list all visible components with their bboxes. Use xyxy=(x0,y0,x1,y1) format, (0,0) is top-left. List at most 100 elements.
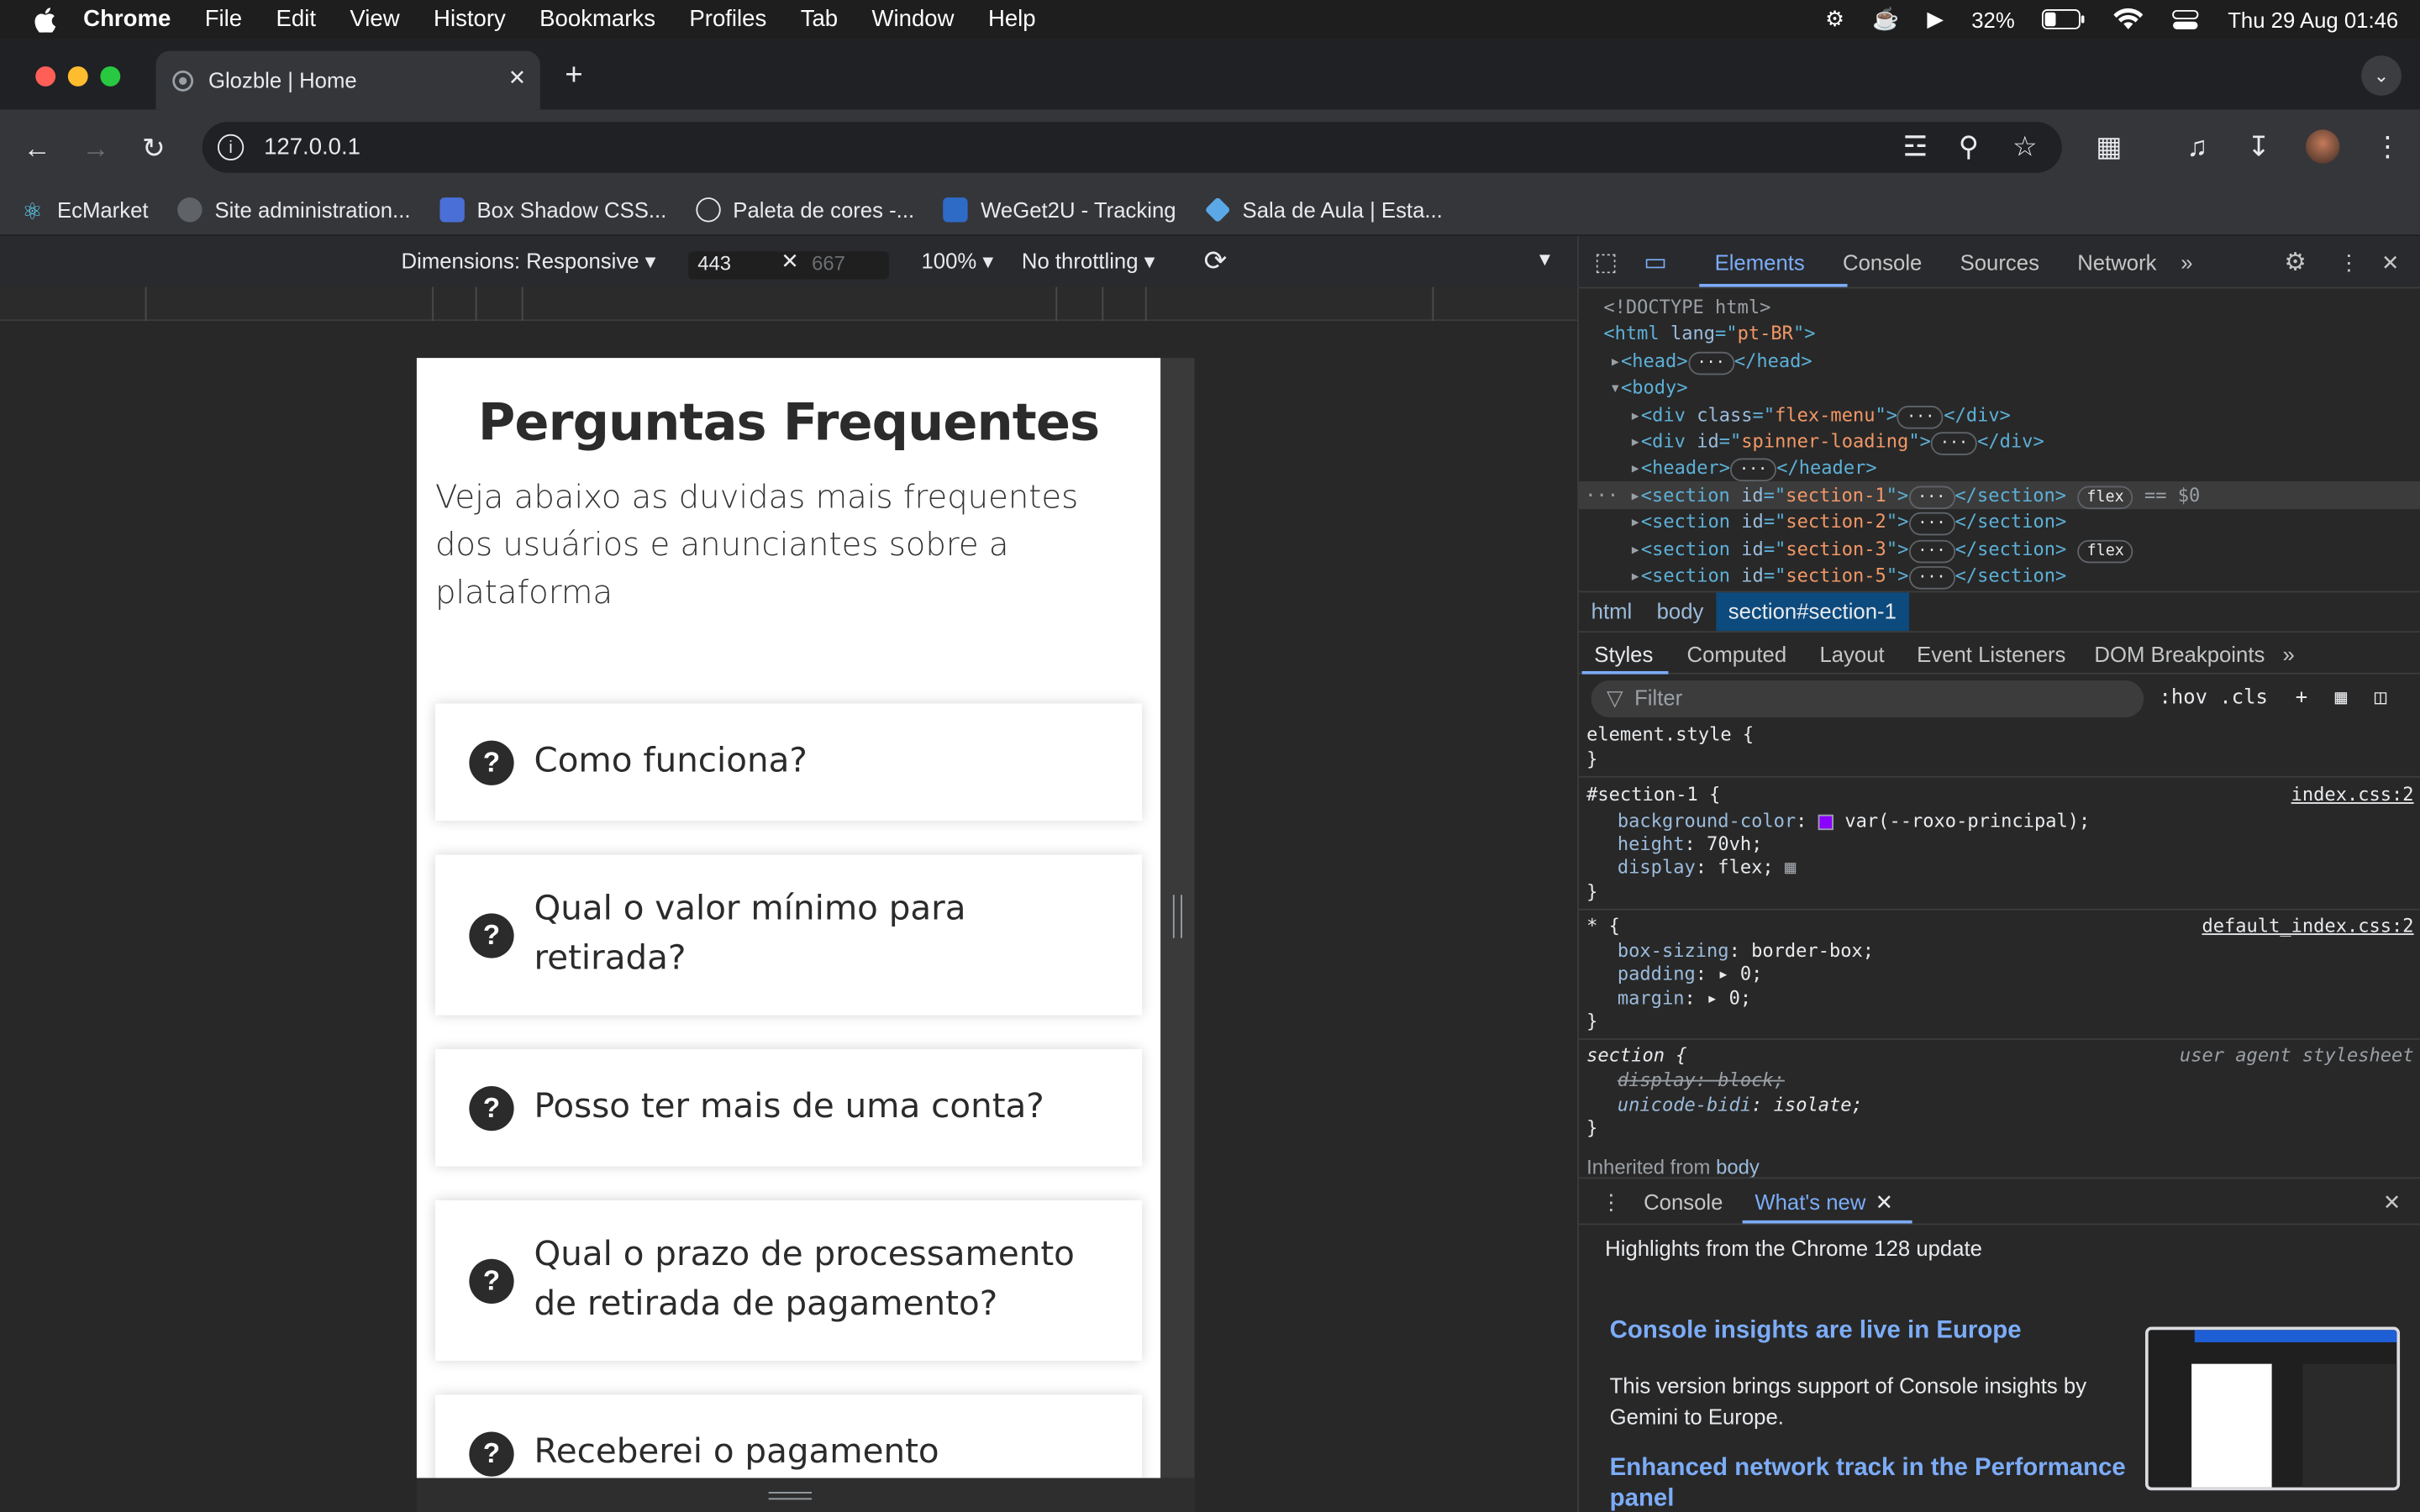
back-arrow-icon[interactable]: ← xyxy=(24,133,51,165)
menu-tab[interactable]: Tab xyxy=(801,6,838,32)
address-bar[interactable]: i 127.0.0.1 xyxy=(202,122,2062,173)
dimensions-dropdown[interactable]: Dimensions: Responsive ▾ xyxy=(402,249,656,275)
close-drawer-icon[interactable]: ✕ xyxy=(2383,1189,2402,1215)
flex-editor-icon[interactable]: ▦ xyxy=(1785,856,1796,878)
control-center-icon[interactable] xyxy=(2172,8,2200,30)
flex-badge[interactable]: flex xyxy=(2077,486,2133,510)
rule-star-selector[interactable]: * { xyxy=(1586,915,1620,938)
sidebar-toggle-icon[interactable]: ◫ xyxy=(2375,686,2386,710)
paint-icon[interactable]: ▦ xyxy=(2335,686,2347,710)
menu-help[interactable]: Help xyxy=(988,6,1036,32)
screenshot-thumbnail[interactable] xyxy=(2145,1326,2401,1491)
site-info-icon[interactable]: i xyxy=(217,134,245,161)
faq-item[interactable]: ? Receberei o pagamento xyxy=(434,1394,1143,1478)
decl-box-sizing[interactable]: box-sizing: border-box; xyxy=(1618,940,1874,963)
device-toggle-icon[interactable]: ▭ xyxy=(1644,247,1667,278)
tab-sources[interactable]: Sources xyxy=(1960,250,2039,275)
decl-background-color[interactable]: background-color: var(--roxo-principal); xyxy=(1618,810,2090,833)
drawer-menu-icon[interactable]: ⋮ xyxy=(1601,1189,1623,1215)
dom-doctype[interactable]: <!DOCTYPE html> xyxy=(1603,295,1770,322)
crumb-section[interactable]: section#section-1 xyxy=(1716,591,1909,631)
whats-new-heading[interactable]: Enhanced network track in the Performanc… xyxy=(1610,1453,2150,1512)
decl-height[interactable]: height: 70vh; xyxy=(1618,833,1763,857)
tab-computed[interactable]: Computed xyxy=(1687,642,1787,666)
styles-filter-input[interactable]: ▽ Filter xyxy=(1591,680,2144,718)
flex-badge[interactable]: flex xyxy=(2077,539,2133,564)
dom-section-3[interactable]: ▸<section id="section-3"> ··· </section> f… xyxy=(1630,537,2133,564)
menu-app-name[interactable]: Chrome xyxy=(83,6,171,32)
decl-padding[interactable]: padding: ▸ 0; xyxy=(1618,963,1763,986)
extensions-icon[interactable]: ▦ xyxy=(2096,131,2122,164)
bookmark-star-icon[interactable]: ☆ xyxy=(2012,131,2038,164)
apple-icon[interactable] xyxy=(34,7,56,32)
download-icon[interactable]: ↧ xyxy=(2247,131,2270,164)
decl-margin[interactable]: margin: ▸ 0; xyxy=(1618,987,1751,1011)
hov-cls-toggles[interactable]: :hov .cls xyxy=(2160,686,2268,710)
rule-section-selector[interactable]: section { xyxy=(1586,1044,1686,1068)
bookmark-item[interactable]: WeGet2U - Tracking xyxy=(944,197,1176,223)
rule-section-1-selector[interactable]: #section-1 { xyxy=(1586,784,1720,807)
play-icon[interactable]: ▶ xyxy=(1927,6,1944,32)
maximize-window-button[interactable] xyxy=(100,66,121,87)
rotate-icon[interactable]: ⟳ xyxy=(1204,245,1228,278)
source-link[interactable]: index.css:2 xyxy=(2291,784,2414,807)
add-rule-icon[interactable]: + xyxy=(2296,686,2307,710)
tab-dom-breakpoints[interactable]: DOM Breakpoints xyxy=(2094,642,2265,666)
new-tab-button[interactable]: + xyxy=(565,59,582,94)
zoom-dropdown[interactable]: 100% ▾ xyxy=(922,249,994,275)
close-tab-icon[interactable]: ✕ xyxy=(508,65,527,91)
profile-avatar[interactable] xyxy=(2306,129,2340,164)
menu-view[interactable]: View xyxy=(350,6,399,32)
dom-spinner[interactable]: ▸<div id="spinner-loading"> ··· </div> xyxy=(1630,429,2044,456)
dom-section-2[interactable]: ▸<section id="section-2"> ··· </section> xyxy=(1630,509,2066,536)
settings-gear-icon[interactable]: ⚙ xyxy=(2284,247,2306,278)
tab-search-chevron-icon[interactable]: ⌄ xyxy=(2361,55,2402,96)
close-devtools-icon[interactable]: ✕ xyxy=(2381,250,2400,276)
close-whats-new-icon[interactable]: ✕ xyxy=(1876,1189,1894,1215)
menu-history[interactable]: History xyxy=(434,6,506,32)
chrome-menu-icon[interactable]: ⋮ xyxy=(2374,131,2402,164)
inspect-element-icon[interactable]: ⬚ xyxy=(1594,247,1618,278)
device-options-icon[interactable]: ▼ xyxy=(1536,249,1555,270)
tab-event-listeners[interactable]: Event Listeners xyxy=(1917,642,2065,666)
source-link[interactable]: default_index.css:2 xyxy=(2202,915,2413,938)
clock[interactable]: Thu 29 Aug 01:46 xyxy=(2228,7,2398,31)
resize-handle-bottom[interactable] xyxy=(416,1478,1195,1512)
resize-handle-right[interactable] xyxy=(1160,358,1195,1478)
url-text[interactable]: 127.0.0.1 xyxy=(264,134,360,160)
faq-item[interactable]: ? Qual o prazo de processamento de retir… xyxy=(434,1200,1143,1361)
whats-new-heading[interactable]: Console insights are live in Europe xyxy=(1610,1318,2022,1346)
zoom-icon[interactable]: ⚲ xyxy=(1959,131,1979,164)
dom-body[interactable]: ▾<body> xyxy=(1610,375,1688,402)
media-queue-icon[interactable]: ♫ xyxy=(2187,131,2208,164)
media-query-ruler[interactable] xyxy=(0,286,1578,322)
drawer-tab-whats-new[interactable]: What's new xyxy=(1754,1189,1865,1214)
faq-item[interactable]: ? Qual o valor mínimo para retirada? xyxy=(434,854,1143,1016)
dom-header[interactable]: ▸<header> ··· </header> xyxy=(1630,455,1877,482)
tab-styles[interactable]: Styles xyxy=(1594,642,1653,666)
menu-profiles[interactable]: Profiles xyxy=(689,6,766,32)
menu-file[interactable]: File xyxy=(205,6,242,32)
dom-section-5[interactable]: ▸<section id="section-5"> ··· </section> xyxy=(1630,563,2066,590)
throttling-dropdown[interactable]: No throttling ▾ xyxy=(1022,249,1155,275)
inherited-link[interactable]: body xyxy=(1716,1156,1760,1179)
menu-bookmarks[interactable]: Bookmarks xyxy=(539,6,655,32)
bookmark-item[interactable]: Site administration... xyxy=(177,197,411,223)
dom-flex-menu[interactable]: ▸<div class="flex-menu"> ··· </div> xyxy=(1630,402,2011,429)
drawer-tab-console[interactable]: Console xyxy=(1644,1189,1723,1214)
cup-icon[interactable]: ☕ xyxy=(1872,6,1899,32)
wifi-icon[interactable] xyxy=(2113,8,2144,31)
dom-section-1[interactable]: ··· ▸<section id="section-1"> ··· </sectio… xyxy=(1585,483,2200,510)
crumb-html[interactable]: html xyxy=(1579,599,1644,623)
minimize-window-button[interactable] xyxy=(67,66,88,87)
decl-display[interactable]: display: flex; ▦ xyxy=(1618,856,1796,879)
docker-icon[interactable]: ⚙ xyxy=(1825,6,1844,32)
tab-elements[interactable]: Elements xyxy=(1715,250,1805,275)
bookmark-item[interactable]: Paleta de cores -... xyxy=(696,197,914,223)
bookmark-item[interactable]: Sala de Aula | Esta... xyxy=(1204,197,1443,223)
tab-layout[interactable]: Layout xyxy=(1819,642,1884,666)
tab-network[interactable]: Network xyxy=(2077,250,2156,275)
tab-active[interactable]: Glozble | Home ✕ xyxy=(155,50,540,110)
height-input[interactable]: 667 xyxy=(802,251,889,280)
close-window-button[interactable] xyxy=(35,66,56,87)
